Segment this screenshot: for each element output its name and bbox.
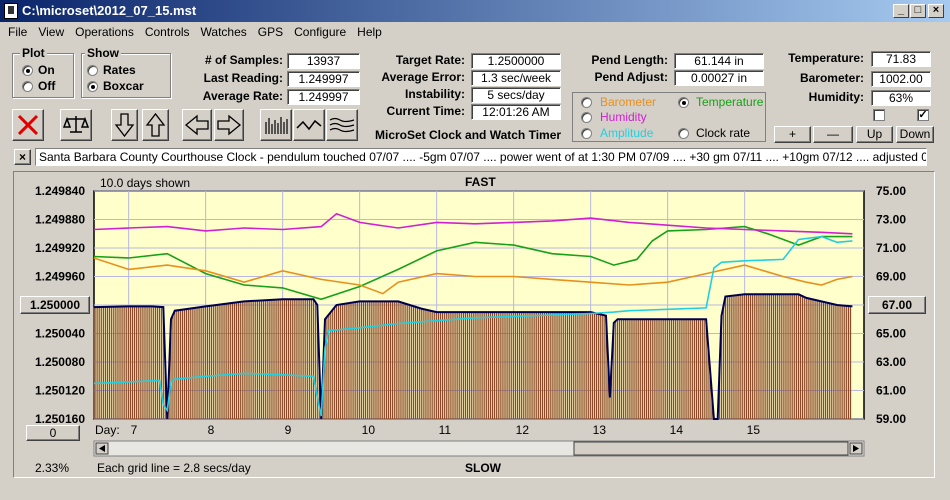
x-tick-label: 10 (362, 423, 376, 437)
rate-chart: 1.249840 1.249880 1.249920 1.249960 1.250040… (35, 184, 906, 457)
y-right-tick-label: 65.00 (876, 327, 906, 341)
y-right-tick-label: 73.00 (876, 213, 906, 227)
y-left-tick-label: 1.250080 (35, 355, 85, 369)
right-center-button[interactable]: 67.00 (868, 296, 926, 314)
x-tick-label: 9 (285, 423, 292, 437)
y-left-tick-label: 1.249840 (35, 184, 85, 198)
y-right-tick-label: 59.00 (876, 412, 906, 426)
left-center-button[interactable]: 1.250000 (20, 296, 90, 314)
x-tick-label: 8 (208, 423, 215, 437)
scroll-thumb[interactable] (573, 441, 849, 456)
y-right-tick-label: 75.00 (876, 184, 906, 198)
y-left-tick-label: 1.249920 (35, 241, 85, 255)
y-left-tick-label: 1.249960 (35, 270, 85, 284)
y-right-tick-label: 71.00 (876, 241, 906, 255)
y-left-tick-label: 1.250120 (35, 384, 85, 398)
y-left-tick-label: 1.249880 (35, 213, 85, 227)
y-right-tick-label: 69.00 (876, 270, 906, 284)
x-tick-label: 14 (670, 423, 684, 437)
y-left-tick-label: 1.250160 (35, 412, 85, 426)
x-tick-label: 12 (516, 423, 530, 437)
x-tick-label: 7 (131, 423, 138, 437)
x-tick-label: 13 (593, 423, 607, 437)
y-right-tick-label: 61.00 (876, 384, 906, 398)
x-tick-label: 11 (439, 423, 452, 437)
y-right-tick-label: 63.00 (876, 355, 906, 369)
day-axis-label: Day: (95, 423, 120, 437)
zero-button[interactable]: 0 (26, 425, 80, 441)
y-left-tick-label: 1.250040 (35, 327, 85, 341)
x-tick-label: 15 (747, 423, 761, 437)
